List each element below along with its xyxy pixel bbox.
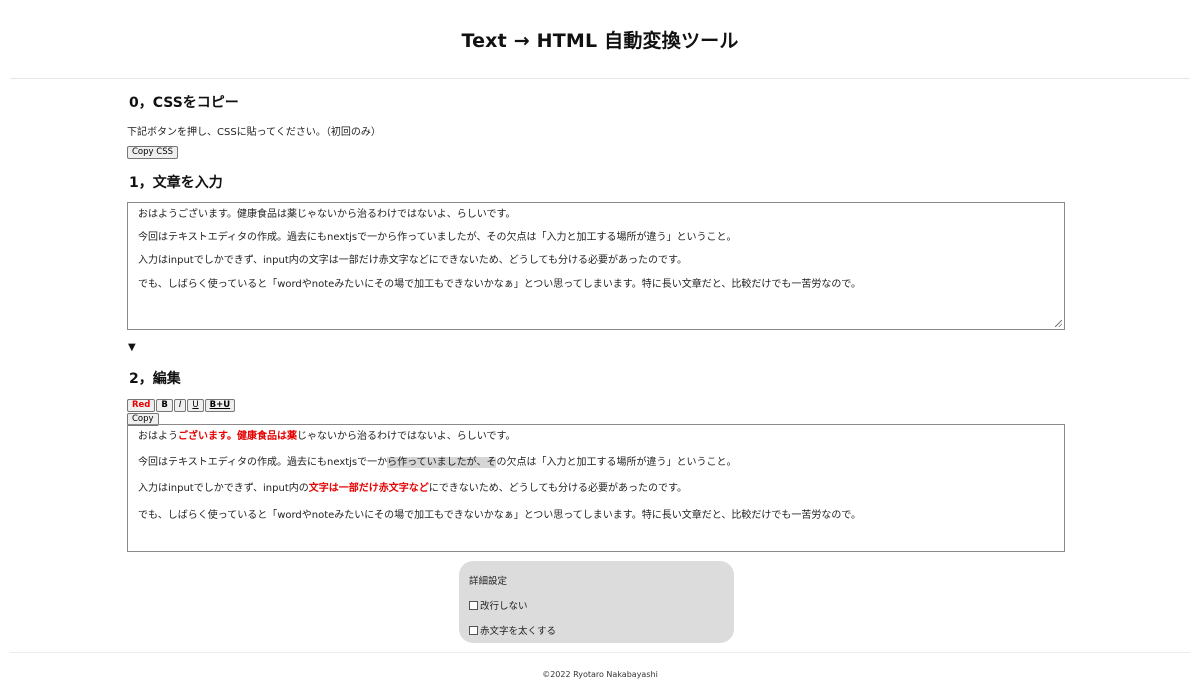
edit-line-2-rest: の欠点は「入力と加工する場所が違う」ということ。 (496, 457, 737, 469)
input-line-2: 今回はテキストエディタの作成。過去にもnextjsで一から作っていましたが、その… (138, 232, 737, 244)
edit-line-2-selected: ら作っていましたが、そ (387, 457, 497, 469)
red-button[interactable]: Red (127, 399, 156, 412)
underline-button[interactable]: U (187, 399, 204, 412)
edit-line-3-red: 文字は一部だけ赤文字など (308, 483, 429, 495)
down-arrow-icon: ▼ (128, 342, 136, 353)
edit-line-1-plain: おはよう (138, 431, 178, 442)
input-line-4: でも、しばらく使っていると「wordやnoteみたいにその場で加工もできないかな… (138, 278, 862, 290)
edit-line-1-red: ございます。健康食品は薬 (178, 431, 297, 442)
section-copy-css-title: 0，CSSをコピー (129, 95, 239, 111)
input-textarea[interactable]: おはようございます。健康食品は薬じゃないから治るわけではないよ、らしいです。 今… (127, 202, 1065, 330)
bold-red-checkbox[interactable] (469, 625, 478, 635)
edit-line-1: おはようございます。健康食品は薬じゃないから治るわけではないよ、らしいです。 (138, 431, 1054, 443)
edit-line-2-plain: 今回はテキストエディタの作成。過去にもnextjsで一か (138, 457, 388, 469)
edit-line-3: 入力はinputでしかできず、input内の文字は一部だけ赤文字などにできないた… (138, 483, 1054, 495)
copy-css-description: 下記ボタンを押し、CSSに貼ってください。（初回のみ） (127, 127, 381, 138)
resize-handle-icon[interactable] (1055, 320, 1062, 327)
edit-line-1-rest: じゃないから治るわけではないよ、らしいです。 (297, 431, 516, 442)
settings-title: 詳細設定 (469, 576, 508, 587)
page-footer: ©2022 Ryotaro Nakabayashi (10, 652, 1190, 695)
copyright-text: ©2022 Ryotaro Nakabayashi (542, 669, 658, 679)
edit-line-2: 今回はテキストエディタの作成。過去にもnextjsで一から作っていましたが、その… (138, 457, 1054, 469)
edit-line-4: でも、しばらく使っていると「wordやnoteみたいにその場で加工もできないかな… (138, 509, 862, 521)
format-toolbar: Red B I U B+U (127, 399, 236, 412)
edit-line-3-rest: にできないため、どうしても分ける必要があったのです。 (428, 483, 687, 495)
italic-button[interactable]: I (173, 399, 187, 412)
bold-button[interactable]: B (156, 399, 173, 412)
page-title: Text → HTML 自動変換ツール (461, 29, 739, 52)
no-break-checkbox[interactable] (469, 600, 478, 610)
edit-line-3-plain: 入力はinputでしかできず、input内の (138, 483, 309, 495)
section-edit-title: 2，編集 (129, 371, 181, 387)
edit-area[interactable]: おはようございます。健康食品は薬じゃないから治るわけではないよ、らしいです。 今… (127, 424, 1065, 552)
option-bold-red-row[interactable]: 赤文字を太くする (469, 623, 724, 637)
bold-underline-button[interactable]: B+U (204, 399, 236, 412)
input-line-3: 入力はinputでしかできず、input内の文字は一部だけ赤文字などにできないた… (138, 255, 687, 267)
copy-css-button[interactable]: Copy CSS (127, 146, 178, 159)
option-no-break-row[interactable]: 改行しない (469, 598, 724, 612)
settings-panel: 詳細設定 改行しない 赤文字を太くする (459, 561, 734, 643)
option-bold-red-label: 赤文字を太くする (480, 626, 557, 637)
page-header: Text → HTML 自動変換ツール (10, 0, 1190, 79)
input-line-1: おはようございます。健康食品は薬じゃないから治るわけではないよ、らしいです。 (138, 209, 516, 220)
section-input-title: 1，文章を入力 (129, 175, 223, 191)
option-no-break-label: 改行しない (480, 601, 528, 612)
